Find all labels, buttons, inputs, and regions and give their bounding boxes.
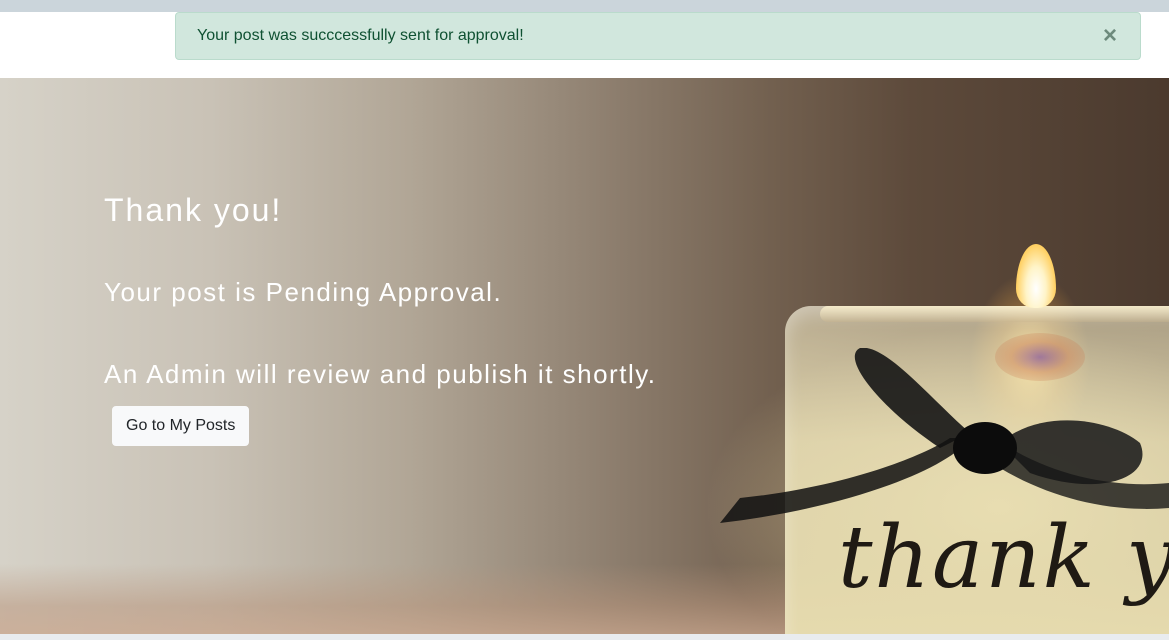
candle-flame-icon: [1016, 244, 1056, 308]
close-icon[interactable]: ×: [1100, 24, 1120, 48]
page-bottom-divider: [0, 634, 1169, 640]
success-alert: Your post was succcessfully sent for app…: [175, 12, 1141, 60]
hero-content: Thank you! Your post is Pending Approval…: [104, 190, 657, 446]
candle-rim-image: [820, 306, 1169, 322]
review-info-text: An Admin will review and publish it shor…: [104, 359, 657, 389]
hero-banner: thank you Thank you! Your post is Pendin…: [0, 78, 1169, 634]
browser-top-strip: [0, 0, 1169, 12]
page-title: Thank you!: [104, 192, 283, 228]
alert-message: Your post was succcessfully sent for app…: [197, 27, 524, 44]
candle-jar-lettering: thank you: [838, 508, 1169, 608]
ribbon-bow-image: [720, 348, 1169, 523]
go-to-my-posts-button[interactable]: Go to My Posts: [112, 406, 250, 446]
pending-status-text: Your post is Pending Approval.: [104, 277, 503, 307]
